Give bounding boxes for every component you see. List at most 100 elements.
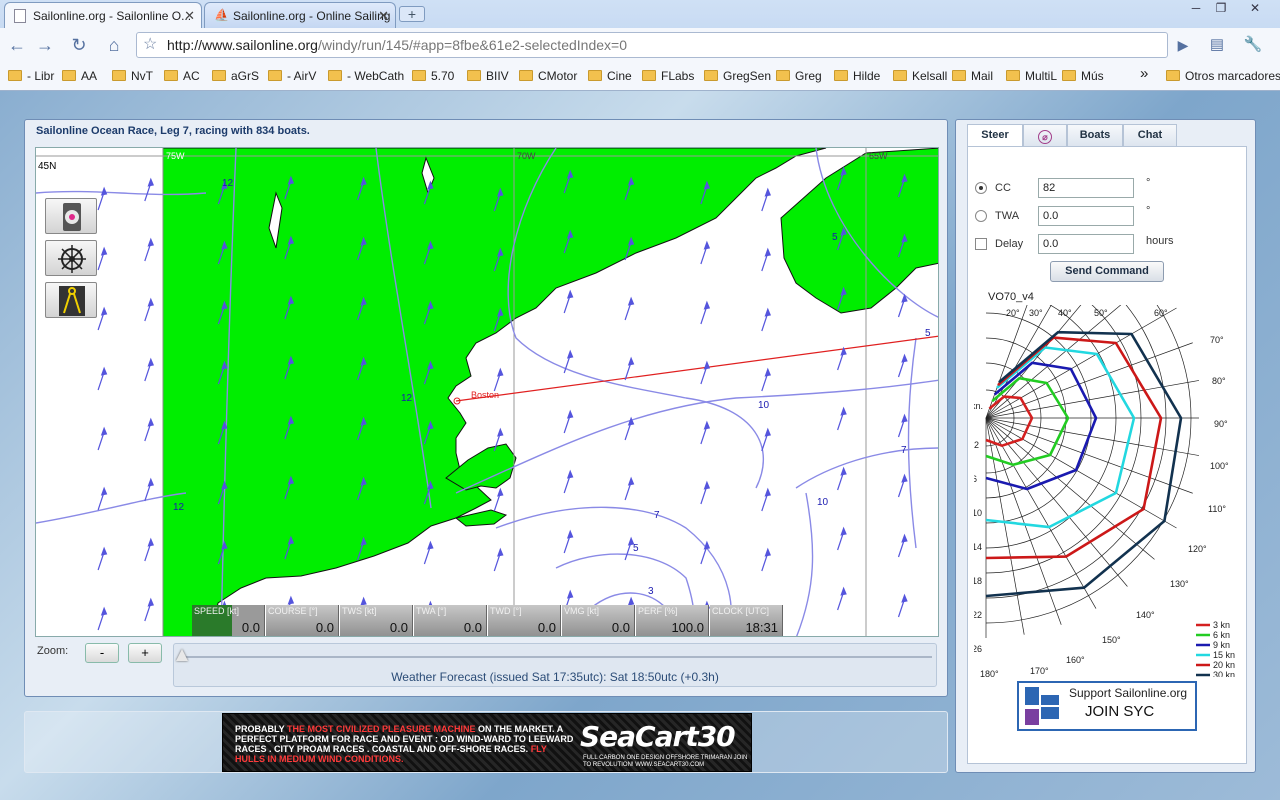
forward-icon[interactable]: → bbox=[32, 32, 58, 58]
back-icon[interactable]: ← bbox=[4, 32, 30, 58]
slider-track bbox=[180, 656, 932, 658]
wind-arrow-head bbox=[703, 360, 711, 370]
bookmark-item[interactable]: FLabs bbox=[642, 69, 694, 83]
bookmark-item[interactable]: Kelsall bbox=[893, 69, 947, 83]
polar-angle-label: 170° bbox=[1030, 666, 1049, 676]
minimize-button[interactable]: ─ bbox=[1185, 1, 1207, 17]
wind-arrow-head bbox=[497, 547, 504, 557]
bookmark-label: aGrS bbox=[231, 69, 260, 83]
other-bookmarks[interactable]: Otros marcadores bbox=[1166, 69, 1280, 83]
race-title: Sailonline Ocean Race, Leg 7, racing wit… bbox=[36, 125, 310, 137]
support-syc-banner[interactable]: Support Sailonline.org JOIN SYC bbox=[1017, 681, 1197, 731]
wind-arrow-head bbox=[764, 247, 771, 257]
cc-radio[interactable] bbox=[975, 182, 987, 194]
instrument-5: VMG [kt] 0.0 bbox=[562, 605, 635, 636]
weather-map[interactable]: 45N 75W 70W 65W Boston 12 12 12 5 5 10 7… bbox=[35, 147, 939, 637]
twa-field[interactable]: 0.0 bbox=[1038, 206, 1134, 226]
send-command-button[interactable]: Send Command bbox=[1050, 261, 1164, 282]
bookmark-item[interactable]: AC bbox=[164, 69, 200, 83]
polar-curve-3-kn bbox=[985, 395, 1034, 447]
go-icon[interactable]: ▶ bbox=[1170, 32, 1196, 58]
new-tab-button[interactable]: + bbox=[399, 6, 425, 22]
twa-radio[interactable] bbox=[975, 210, 987, 222]
folder-icon bbox=[1062, 70, 1076, 81]
bookmark-item[interactable]: - WebCath bbox=[328, 69, 404, 83]
wind-arrow-head bbox=[703, 480, 711, 490]
reload-icon[interactable]: ↻ bbox=[66, 32, 92, 58]
legend-label: 15 kn bbox=[1213, 650, 1235, 660]
instrument-label: SPEED [kt] bbox=[194, 606, 240, 616]
bookmark-item[interactable]: NvT bbox=[112, 69, 153, 83]
instrument-value: 0.0 bbox=[463, 620, 482, 635]
browser-tab-online-sailing[interactable]: ⛵ Sailonline.org - Online Sailing ✕ bbox=[204, 2, 396, 28]
tab-boats[interactable]: Boats bbox=[1067, 124, 1123, 147]
home-icon[interactable]: ⌂ bbox=[101, 32, 127, 58]
bookmark-item[interactable]: - AirV bbox=[268, 69, 316, 83]
folder-icon bbox=[268, 70, 282, 81]
bookmark-label: BIIV bbox=[486, 69, 509, 83]
bookmark-item[interactable]: Mail bbox=[952, 69, 993, 83]
bookmark-item[interactable]: CMotor bbox=[519, 69, 577, 83]
polar-speed-label: 22 bbox=[974, 610, 982, 620]
close-tab-icon[interactable]: ✕ bbox=[184, 8, 195, 24]
ad-text: PROBABLY THE MOST CIVILIZED PLEASURE MAC… bbox=[235, 724, 575, 764]
bookmarks-overflow-button[interactable]: » bbox=[1140, 65, 1148, 82]
bookmark-label: Mail bbox=[971, 69, 994, 83]
bookmark-item[interactable]: MultiL bbox=[1006, 69, 1057, 83]
bookmark-item[interactable]: aGrS bbox=[212, 69, 259, 83]
tab-routing[interactable]: ⌀ bbox=[1023, 124, 1067, 147]
page-content: Sailonline Ocean Race, Leg 7, racing wit… bbox=[0, 91, 1280, 800]
instrument-value: 0.0 bbox=[389, 620, 408, 635]
bookmark-item[interactable]: - Libr bbox=[8, 69, 54, 83]
tab-steer[interactable]: Steer bbox=[967, 124, 1023, 147]
maximize-button[interactable]: ❐ bbox=[1210, 1, 1232, 17]
legend-label: 30 kn bbox=[1213, 670, 1235, 677]
delay-checkbox[interactable] bbox=[975, 238, 987, 250]
folder-icon bbox=[834, 70, 848, 81]
wind-arrow-head bbox=[627, 596, 635, 606]
url-path: /windy/run/145/#app=8fbe&61e2-selectedIn… bbox=[317, 37, 627, 53]
bookmark-item[interactable]: GregSen bbox=[704, 69, 771, 83]
bookmark-star-icon[interactable]: ☆ bbox=[143, 33, 157, 57]
support-line-2: JOIN SYC bbox=[1085, 703, 1155, 720]
address-bar[interactable]: ☆ http://www.sailonline.org/windy/run/14… bbox=[136, 32, 1168, 58]
bookmark-item[interactable]: BIIV bbox=[467, 69, 509, 83]
bookmark-item[interactable]: AA bbox=[62, 69, 97, 83]
instrument-0: SPEED [kt] 0.0 bbox=[192, 605, 265, 636]
cc-field[interactable]: 82 bbox=[1038, 178, 1134, 198]
instrument-bar: SPEED [kt] 0.0 COURSE [°] 0.0 TWS [kt] 0.0 TWA… bbox=[192, 605, 783, 636]
wind-arrow-head bbox=[566, 289, 574, 299]
helm-tool-button[interactable] bbox=[45, 240, 97, 276]
close-tab-icon[interactable]: ✕ bbox=[378, 8, 389, 24]
divider-tool-button[interactable] bbox=[45, 282, 97, 318]
bookmark-item[interactable]: Mús bbox=[1062, 69, 1104, 83]
wind-arrow-head bbox=[100, 366, 108, 376]
instrument-value: 0.0 bbox=[611, 620, 630, 635]
wind-arrow-head bbox=[566, 469, 574, 479]
folder-icon bbox=[467, 70, 481, 81]
delay-field[interactable]: 0.0 bbox=[1038, 234, 1134, 254]
wind-arrow-head bbox=[100, 486, 108, 496]
instrument-3: TWA [°] 0.0 bbox=[414, 605, 487, 636]
url-host: http://www.sailonline.org bbox=[167, 37, 318, 53]
forecast-time-slider[interactable]: Weather Forecast (issued Sat 17:35utc): … bbox=[173, 643, 937, 687]
instrument-1: COURSE [°] 0.0 bbox=[266, 605, 339, 636]
slider-thumb[interactable] bbox=[176, 649, 188, 661]
tab-chat[interactable]: Chat bbox=[1123, 124, 1177, 147]
compass-tool-button[interactable] bbox=[45, 198, 97, 234]
bookmark-item[interactable]: 5.70 bbox=[412, 69, 454, 83]
page-menu-icon[interactable]: ▤ bbox=[1204, 32, 1230, 58]
browser-tab-sailonline[interactable]: Sailonline.org - Sailonline O... ✕ bbox=[4, 2, 202, 28]
wrench-icon[interactable]: 🔧 bbox=[1240, 32, 1266, 58]
instrument-label: VMG [kt] bbox=[564, 606, 600, 616]
bookmark-item[interactable]: Hilde bbox=[834, 69, 880, 83]
bookmark-label: Cine bbox=[607, 69, 632, 83]
instrument-value: 18:31 bbox=[745, 620, 778, 635]
bookmark-item[interactable]: Cine bbox=[588, 69, 632, 83]
zoom-out-button[interactable]: - bbox=[85, 643, 119, 663]
wind-arrow-head bbox=[100, 546, 108, 556]
zoom-in-button[interactable]: + bbox=[128, 643, 162, 663]
seacart-advertisement[interactable]: PROBABLY THE MOST CIVILIZED PLEASURE MAC… bbox=[222, 713, 752, 772]
close-window-button[interactable]: ✕ bbox=[1244, 1, 1266, 17]
bookmark-item[interactable]: Greg bbox=[776, 69, 822, 83]
